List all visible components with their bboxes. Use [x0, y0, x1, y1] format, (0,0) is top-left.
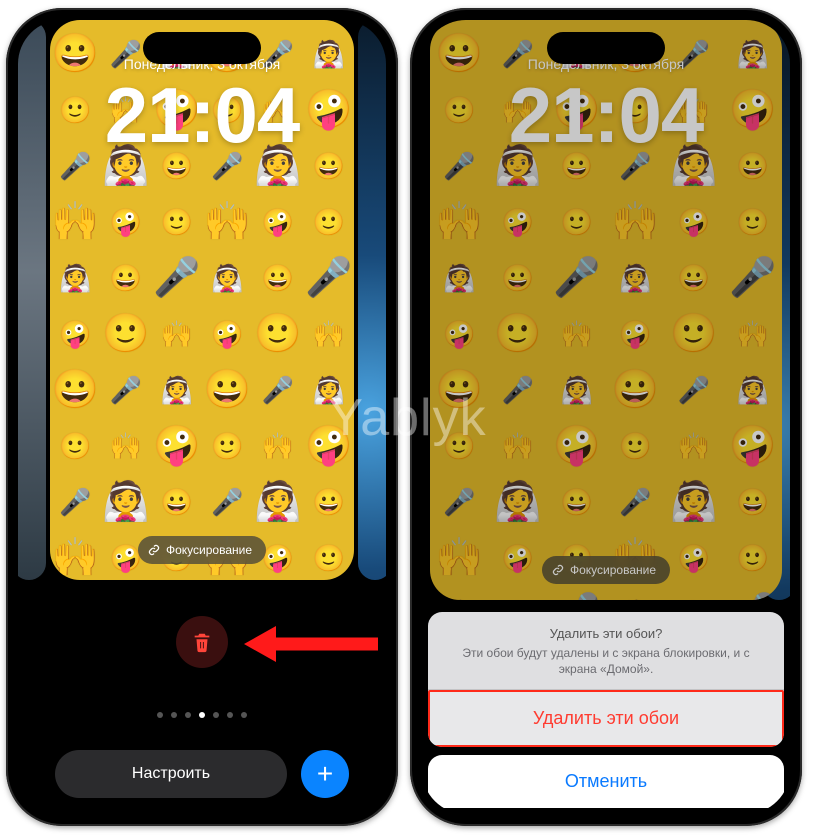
page-indicator[interactable]	[157, 712, 247, 718]
bottom-bar: Настроить +	[18, 750, 386, 798]
page-dot[interactable]	[213, 712, 219, 718]
customize-button[interactable]: Настроить	[55, 750, 287, 798]
add-wallpaper-button[interactable]: +	[301, 750, 349, 798]
focus-pill[interactable]: Фокусирование	[138, 536, 266, 564]
iphone-mockup-right: 😀🎤👰😀🎤👰🙂🙌🤪🙂🙌🤪🎤👰😀🎤👰😀🙌🤪🙂🙌🤪🙂👰😀🎤👰😀🎤🤪🙂🙌🤪🙂🙌😀🎤👰😀…	[410, 8, 802, 826]
screen: 😀🎤👰😀🎤👰🙂🙌🤪🙂🙌🤪🎤👰😀🎤👰😀🙌🤪🙂🙌🤪🙂👰😀🎤👰😀🎤🤪🙂🙌🤪🙂🙌😀🎤👰😀…	[18, 20, 386, 814]
wallpaper-card[interactable]: 😀🎤👰😀🎤👰🙂🙌🤪🙂🙌🤪🎤👰😀🎤👰😀🙌🤪🙂🙌🤪🙂👰😀🎤👰😀🎤🤪🙂🙌🤪🙂🙌😀🎤👰😀…	[50, 20, 354, 580]
customize-label: Настроить	[132, 765, 210, 783]
page-dot[interactable]	[241, 712, 247, 718]
action-sheet-header: Удалить эти обои? Эти обои будут удалены…	[428, 612, 784, 690]
trash-icon	[191, 630, 213, 654]
page-dot[interactable]	[199, 712, 205, 718]
action-sheet-group: Удалить эти обои? Эти обои будут удалены…	[428, 612, 784, 747]
lockscreen-time: 21:04	[50, 70, 354, 161]
dynamic-island	[143, 32, 261, 64]
annotation-arrow	[242, 620, 382, 673]
delete-wallpaper-button[interactable]	[176, 616, 228, 668]
action-sheet-title: Удалить эти обои?	[446, 626, 766, 641]
cancel-label: Отменить	[565, 771, 647, 791]
iphone-mockup-left: 😀🎤👰😀🎤👰🙂🙌🤪🙂🙌🤪🎤👰😀🎤👰😀🙌🤪🙂🙌🤪🙂👰😀🎤👰😀🎤🤪🙂🙌🤪🙂🙌😀🎤👰😀…	[6, 8, 398, 826]
page-dot[interactable]	[185, 712, 191, 718]
page-dot[interactable]	[157, 712, 163, 718]
wallpaper-peek-right[interactable]	[358, 20, 386, 580]
page-dot[interactable]	[171, 712, 177, 718]
screen: 😀🎤👰😀🎤👰🙂🙌🤪🙂🙌🤪🎤👰😀🎤👰😀🙌🤪🙂🙌🤪🙂👰😀🎤👰😀🎤🤪🙂🙌🤪🙂🙌😀🎤👰😀…	[422, 20, 790, 814]
dynamic-island	[547, 32, 665, 64]
action-sheet-destructive-button[interactable]: Удалить эти обои	[428, 690, 784, 747]
plus-icon: +	[317, 760, 333, 788]
action-sheet: Удалить эти обои? Эти обои будут удалены…	[428, 612, 784, 808]
destructive-label: Удалить эти обои	[533, 708, 679, 728]
link-icon	[148, 544, 160, 556]
action-sheet-cancel-button[interactable]: Отменить	[428, 755, 784, 808]
focus-label: Фокусирование	[166, 543, 252, 557]
wallpaper-peek-left[interactable]	[18, 20, 46, 580]
action-sheet-message: Эти обои будут удалены и с экрана блокир…	[446, 645, 766, 677]
page-dot[interactable]	[227, 712, 233, 718]
